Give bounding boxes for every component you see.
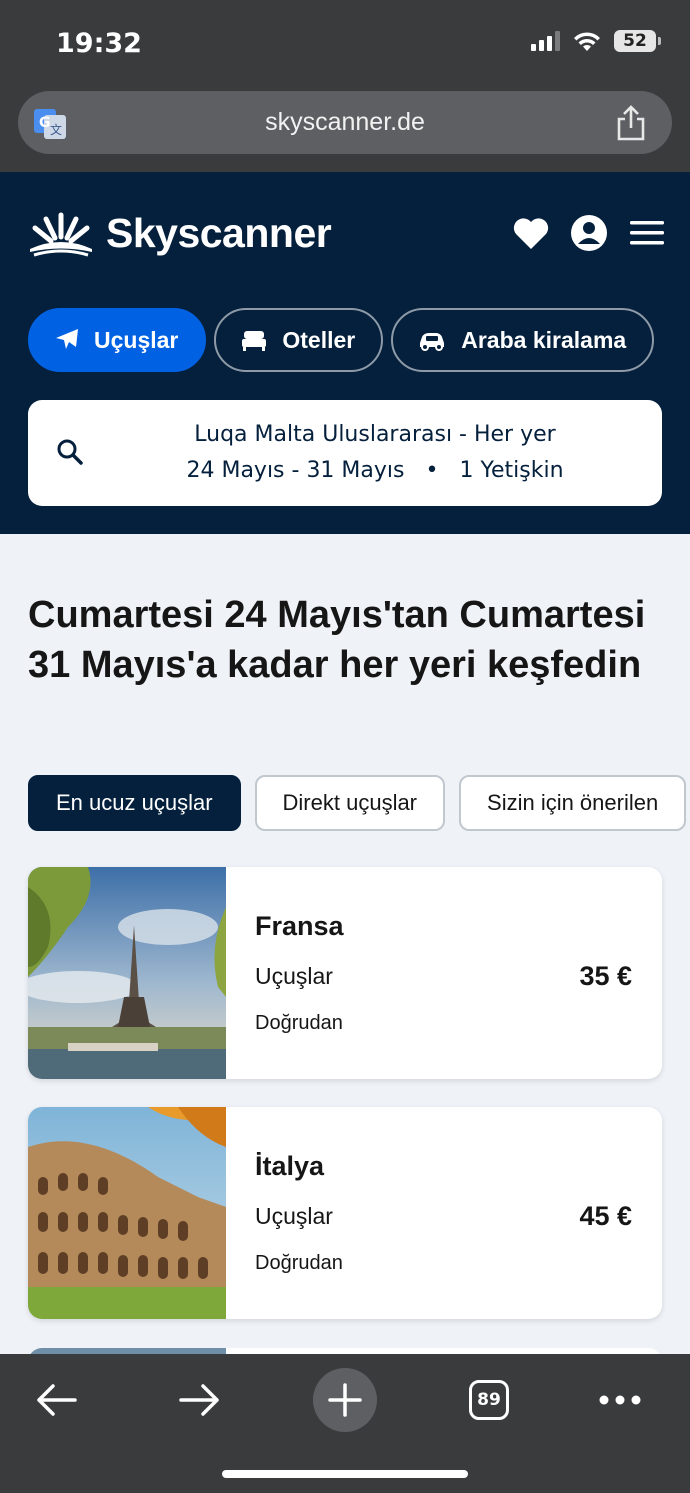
tab-flights-label: Uçuşlar xyxy=(94,326,179,353)
page-title: Cumartesi 24 Mayıs'tan Cumartesi 31 Mayı… xyxy=(28,594,646,686)
search-icon xyxy=(57,439,83,465)
signal-icon xyxy=(531,31,560,51)
colosseum-image xyxy=(28,1107,226,1319)
status-time: 19:32 xyxy=(56,28,142,59)
more-menu-button[interactable] xyxy=(588,1368,652,1432)
product-tabs: Uçuşlar Oteller Araba kiralama xyxy=(28,308,655,372)
tab-hotels-label: Oteller xyxy=(282,326,356,353)
arrow-right-icon xyxy=(179,1384,219,1416)
bed-icon xyxy=(242,331,267,351)
ellipsis-icon xyxy=(599,1395,641,1405)
menu-icon[interactable] xyxy=(628,218,666,248)
address-bar[interactable]: G 文 skyscanner.de xyxy=(18,91,672,154)
tab-car-hire-label: Araba kiralama xyxy=(461,326,627,353)
search-dates: 24 Mayıs - 31 Mayıs xyxy=(186,458,405,483)
new-tab-button[interactable] xyxy=(313,1368,377,1432)
brand-name: Skyscanner xyxy=(106,210,332,256)
tab-flights[interactable]: Uçuşlar xyxy=(28,308,207,372)
destination-category: Uçuşlar xyxy=(255,963,333,989)
account-icon[interactable] xyxy=(570,214,608,252)
destination-card[interactable]: Fransa Uçuşlar 35 € Doğrudan xyxy=(28,867,662,1079)
wifi-icon xyxy=(574,32,600,51)
arrow-left-icon xyxy=(37,1384,77,1416)
header-actions xyxy=(512,214,666,252)
destination-category: Uçuşlar xyxy=(255,1203,333,1229)
browser-toolbar: G 文 skyscanner.de xyxy=(0,88,690,172)
tabs-button[interactable]: 89 xyxy=(457,1368,521,1432)
filter-chips: En ucuz uçuşlar Direkt uçuşlar Sizin içi… xyxy=(28,775,687,831)
destination-price: 35 € xyxy=(579,961,632,991)
url-text: skyscanner.de xyxy=(265,108,425,136)
forward-button[interactable] xyxy=(168,1368,232,1432)
search-travellers: 1 Yetişkin xyxy=(459,458,564,483)
search-route: Luqa Malta Uluslararası - Her yer xyxy=(194,422,556,447)
site-header: Skyscanner Uçuşlar Oteller Araba kiralam… xyxy=(0,172,690,534)
status-bar: 19:32 52 xyxy=(0,0,690,88)
heart-icon[interactable] xyxy=(512,215,550,251)
destination-flight-type: Doğrudan xyxy=(255,1012,343,1034)
destination-price: 45 € xyxy=(579,1201,632,1231)
tab-hotels[interactable]: Oteller xyxy=(214,308,384,372)
sunrise-logo-icon xyxy=(30,212,92,256)
skyscanner-logo[interactable]: Skyscanner xyxy=(28,210,332,257)
home-indicator xyxy=(222,1470,468,1478)
filter-recommended[interactable]: Sizin için önerilen xyxy=(459,775,687,831)
filter-direct[interactable]: Direkt uçuşlar xyxy=(254,775,446,831)
car-icon xyxy=(420,333,445,351)
battery-icon: 52 xyxy=(614,30,661,52)
search-details: 24 Mayıs - 31 Mayıs • 1 Yetişkin xyxy=(88,458,662,483)
browser-bottom-toolbar: 89 xyxy=(0,1354,690,1493)
plane-icon xyxy=(56,329,78,349)
eiffel-tower-image xyxy=(28,867,226,1079)
back-button[interactable] xyxy=(24,1368,88,1432)
search-separator: • xyxy=(425,458,439,483)
destination-name: Fransa xyxy=(255,911,344,941)
tab-car-hire[interactable]: Araba kiralama xyxy=(391,308,655,372)
plus-icon xyxy=(328,1383,362,1417)
tab-count-badge: 89 xyxy=(469,1380,509,1420)
destination-flight-type: Doğrudan xyxy=(255,1252,343,1274)
destination-name: İtalya xyxy=(255,1151,325,1181)
destination-card[interactable]: İtalya Uçuşlar 45 € Doğrudan xyxy=(28,1107,662,1319)
status-icons: 52 xyxy=(531,30,661,52)
filter-cheapest[interactable]: En ucuz uçuşlar xyxy=(28,775,241,831)
search-summary[interactable]: Luqa Malta Uluslararası - Her yer 24 May… xyxy=(28,400,662,506)
share-icon[interactable] xyxy=(614,104,648,142)
